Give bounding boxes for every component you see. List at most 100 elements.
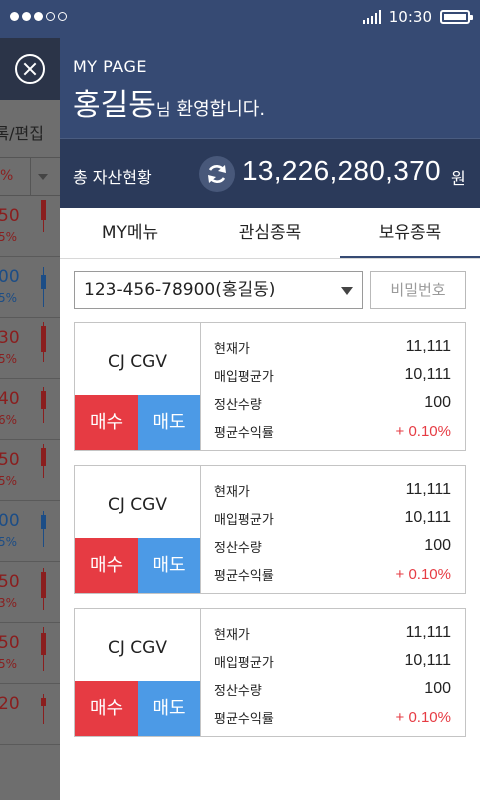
current-price-label: 현재가 [214, 341, 250, 357]
current-price-value: 11,111 [405, 481, 451, 498]
candle-body [41, 698, 46, 706]
watchlist-price: 50 [0, 206, 20, 226]
watchlist-change: 5% [0, 657, 18, 671]
my-page-drawer: MY PAGE 홍길동님 환영합니다. 총 자산현황 13,226,280,370… [60, 38, 480, 800]
currency-unit: 원 [451, 169, 466, 188]
candle-body [41, 448, 46, 466]
account-select-value: 123-456-78900(홍길동) [84, 280, 276, 300]
watchlist-change: 5% [0, 291, 18, 305]
chevron-down-icon [341, 287, 353, 295]
stock-name[interactable]: CJ CGV [75, 352, 200, 372]
watchlist-row: 30 5% [0, 318, 60, 379]
tab-my-menu[interactable]: MY메뉴 [60, 208, 200, 258]
avg-buy-price-label: 매입평균가 [214, 512, 274, 528]
sell-button[interactable]: 매도 [138, 538, 200, 593]
stock-name[interactable]: CJ CGV [75, 495, 200, 515]
avg-buy-price-value: 10,111 [404, 509, 451, 526]
candle-body [41, 326, 46, 352]
honorific: 님 [155, 100, 171, 119]
watchlist-row: 50 5% [0, 623, 60, 684]
watchlist-change: 6% [0, 413, 18, 427]
watchlist-price: 00 [0, 267, 20, 287]
watchlist-change: 5% [0, 535, 18, 549]
buy-button[interactable]: 매수 [75, 681, 138, 736]
holdings-list: CJ CGV 매수 매도 현재가 11,111 매입평균가 10,111 정산수량 1… [74, 322, 466, 751]
edit-label: 록/편집 [0, 124, 44, 143]
total-assets-value: 13,226,280,370 [242, 155, 441, 186]
user-name: 홍길동 [73, 88, 156, 123]
watchlist-change: 3% [0, 596, 18, 610]
watchlist-price: 20 [0, 694, 20, 714]
watchlist-price: 50 [0, 450, 20, 470]
sort-arrow-icon [38, 174, 48, 180]
candle-body [41, 572, 46, 598]
current-price-label: 현재가 [214, 627, 250, 643]
quantity-label: 정산수량 [214, 683, 262, 699]
asset-summary: 총 자산현황 13,226,280,370 원 [60, 138, 480, 208]
holding-card: CJ CGV 매수 매도 현재가 11,111 매입평균가 10,111 정산수량 1… [74, 322, 466, 451]
watchlist-change: 5% [0, 230, 18, 244]
quantity-value: 100 [424, 394, 451, 411]
avg-buy-price-value: 10,111 [404, 366, 451, 383]
candle-body [41, 200, 46, 220]
watchlist-row: 50 5% [0, 440, 60, 501]
watchlist-change: 5% [0, 352, 18, 366]
candle-body [41, 515, 46, 529]
close-icon[interactable] [15, 54, 45, 84]
holding-card: CJ CGV 매수 매도 현재가 11,111 매입평균가 10,111 정산수량 1… [74, 608, 466, 737]
watchlist-price: 50 [0, 633, 20, 653]
account-select[interactable]: 123-456-78900(홍길동) [74, 271, 363, 309]
watchlist-price: 50 [0, 572, 20, 592]
avg-buy-price-value: 10,111 [404, 652, 451, 669]
wifi-bars-icon [362, 10, 381, 24]
candle-body [41, 633, 46, 655]
status-bar: 10:30 [0, 0, 480, 38]
password-field[interactable]: 비밀번호 [370, 271, 466, 309]
welcome-text: 홍길동님 환영합니다. [73, 80, 265, 124]
avg-buy-price-label: 매입평균가 [214, 655, 274, 671]
stock-name[interactable]: CJ CGV [75, 638, 200, 658]
watchlist-row: 50 3% [0, 562, 60, 623]
sell-button[interactable]: 매도 [138, 681, 200, 736]
quantity-label: 정산수량 [214, 397, 262, 413]
holding-card: CJ CGV 매수 매도 현재가 11,111 매입평균가 10,111 정산수량 1… [74, 465, 466, 594]
watchlist-change: 5% [0, 474, 18, 488]
buy-button[interactable]: 매수 [75, 538, 138, 593]
watchlist-price: 30 [0, 328, 20, 348]
clock: 10:30 [388, 8, 432, 26]
column-head-label: % [0, 168, 14, 184]
battery-icon [440, 10, 473, 24]
current-price-value: 11,111 [405, 624, 451, 641]
section-title: MY PAGE [73, 57, 147, 76]
current-price-label: 현재가 [214, 484, 250, 500]
avg-return-label: 평균수익률 [214, 425, 274, 441]
watchlist-row: 20 [0, 684, 60, 745]
watchlist-price: 00 [0, 511, 20, 531]
current-price-value: 11,111 [405, 338, 451, 355]
tab-bar: MY메뉴 관심종목 보유종목 [60, 208, 480, 259]
avg-return-value: + 0.10% [395, 708, 451, 726]
watchlist-price: 40 [0, 389, 20, 409]
profile-header: MY PAGE 홍길동님 환영합니다. [60, 38, 480, 138]
avg-return-value: + 0.10% [395, 565, 451, 583]
quantity-value: 100 [424, 537, 451, 554]
candle-body [41, 391, 46, 409]
candle-body [41, 275, 46, 289]
watchlist-row: 40 6% [0, 379, 60, 440]
watchlist-row: 00 5% [0, 257, 60, 318]
quantity-label: 정산수량 [214, 540, 262, 556]
tab-watchlist[interactable]: 관심종목 [200, 208, 340, 258]
welcome-message: 환영합니다. [176, 99, 266, 120]
avg-buy-price-label: 매입평균가 [214, 369, 274, 385]
account-row: 123-456-78900(홍길동) 비밀번호 [74, 271, 466, 309]
tab-holdings[interactable]: 보유종목 [340, 208, 480, 258]
buy-button[interactable]: 매수 [75, 395, 138, 450]
background-screen: 록/편집 % 50 5% 00 5% 30 5% 40 6% 50 5% 00 5% 50 3% 50 5% 2… [0, 38, 60, 800]
avg-return-label: 평균수익률 [214, 568, 274, 584]
watchlist-row: 00 5% [0, 501, 60, 562]
refresh-icon[interactable] [199, 156, 235, 192]
quantity-value: 100 [424, 680, 451, 697]
sell-button[interactable]: 매도 [138, 395, 200, 450]
asset-label: 총 자산현황 [73, 168, 152, 187]
watchlist-row: 50 5% [0, 196, 60, 257]
